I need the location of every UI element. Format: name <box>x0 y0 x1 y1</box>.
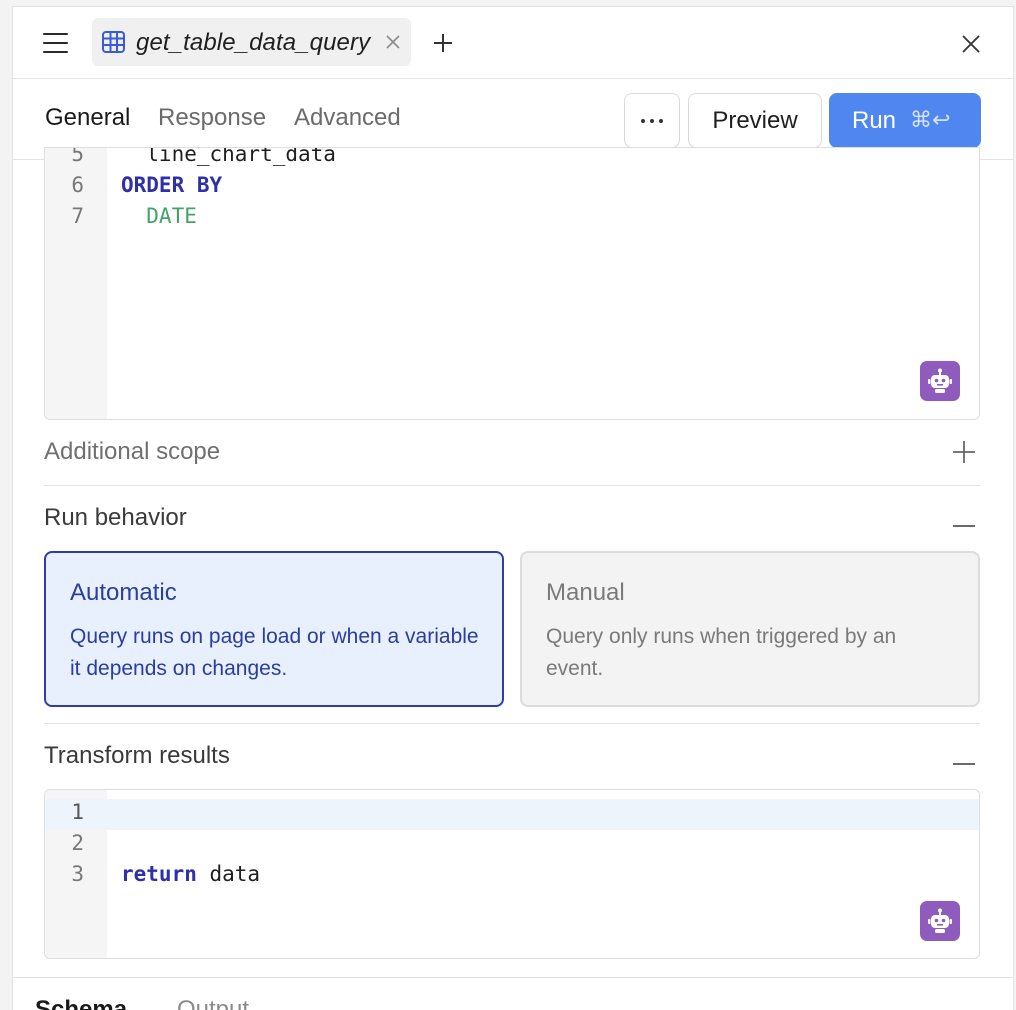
line-number: 1 <box>71 800 84 824</box>
divider <box>44 723 980 724</box>
tab-advanced[interactable]: Advanced <box>294 104 401 132</box>
additional-scope-section[interactable]: Additional scope <box>44 433 980 473</box>
divider <box>44 485 980 486</box>
ai-assistant-robot-icon[interactable] <box>920 361 960 401</box>
line-number: 2 <box>71 831 84 855</box>
run-option-automatic[interactable]: Automatic Query runs on page load or whe… <box>44 551 504 707</box>
close-panel-icon[interactable] <box>962 35 980 53</box>
run-option-manual[interactable]: Manual Query only runs when triggered by… <box>520 551 980 707</box>
line-number: 7 <box>71 204 84 228</box>
preview-button[interactable]: Preview <box>688 93 822 148</box>
transform-results-section[interactable]: Transform results <box>44 737 980 777</box>
hamburger-menu-icon[interactable] <box>43 33 68 53</box>
minus-icon[interactable] <box>952 515 976 533</box>
tab-schema[interactable]: Schema <box>35 996 127 1010</box>
section-title: Run behavior <box>44 504 187 531</box>
bottom-tab-bar: Schema Output <box>13 977 1013 1010</box>
line-number: 3 <box>71 862 84 886</box>
code-line: DATE <box>121 204 197 228</box>
line-number: 6 <box>71 173 84 197</box>
run-button[interactable]: Run ⌘↩ <box>829 93 981 148</box>
code-line: line_chart_data <box>121 147 336 166</box>
option-title: Manual <box>546 579 625 606</box>
table-icon <box>102 31 125 53</box>
line-number: 5 <box>71 147 84 166</box>
option-title: Automatic <box>70 579 177 606</box>
run-shortcut: ⌘↩ <box>910 108 951 133</box>
add-tab-icon[interactable] <box>433 33 453 53</box>
code-line: return data <box>121 862 260 886</box>
minus-icon[interactable] <box>952 753 976 771</box>
query-editor-panel: get_table_data_query General Response Ad… <box>12 6 1014 1010</box>
run-button-label: Run <box>852 106 897 134</box>
tab-bar: get_table_data_query <box>13 7 1013 79</box>
tab-general[interactable]: General <box>45 104 130 132</box>
query-code-editor[interactable]: 5 6 7 line_chart_data ORDER BY DATE <box>44 147 980 420</box>
ai-assistant-robot-icon[interactable] <box>920 901 960 941</box>
option-description: Query only runs when triggered by an eve… <box>546 625 897 680</box>
close-tab-icon[interactable] <box>385 34 401 50</box>
option-description: Query runs on page load or when a variab… <box>70 625 479 680</box>
tab-response[interactable]: Response <box>158 104 266 132</box>
tab-output[interactable]: Output <box>177 996 249 1010</box>
run-behavior-section[interactable]: Run behavior <box>44 499 980 539</box>
code-line: ORDER BY <box>121 173 223 197</box>
active-line-highlight <box>45 799 979 830</box>
code-identifier: data <box>196 862 261 886</box>
section-title: Additional scope <box>44 438 221 465</box>
section-title: Transform results <box>44 742 230 769</box>
query-tab[interactable]: get_table_data_query <box>92 18 411 66</box>
plus-icon[interactable] <box>952 440 976 469</box>
code-keyword: return <box>121 862 197 886</box>
more-options-button[interactable] <box>624 93 680 148</box>
transform-code-editor[interactable]: 1 2 3 return data <box>44 789 980 959</box>
query-tab-label: get_table_data_query <box>136 29 371 56</box>
